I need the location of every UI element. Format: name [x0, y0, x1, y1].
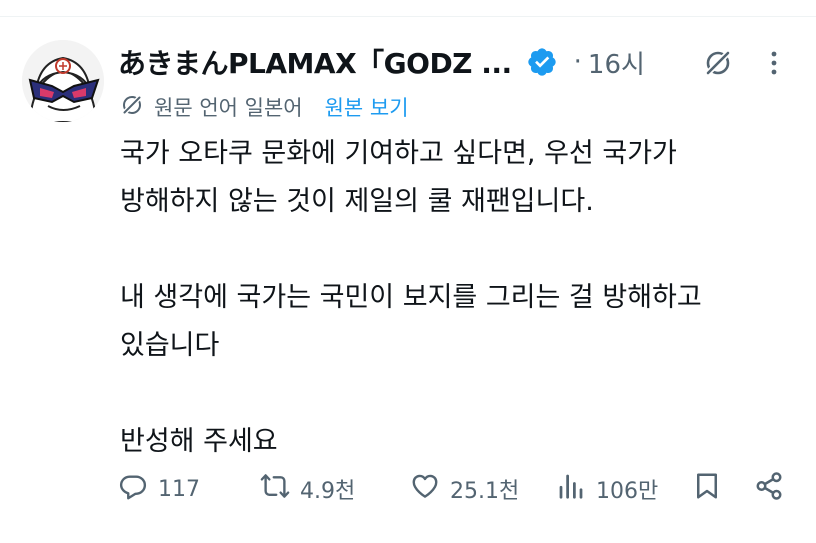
- translate-icon: [120, 93, 144, 122]
- tweet-text-line: 방해하지 않는 것이 제일의 쿨 재팬입니다.: [120, 186, 594, 217]
- bookmark-button[interactable]: [692, 469, 722, 509]
- more-options-icon[interactable]: [760, 45, 788, 81]
- like-button[interactable]: 25.1천: [410, 469, 519, 509]
- share-icon: [754, 471, 784, 507]
- verified-badge-icon[interactable]: [526, 46, 558, 78]
- analytics-icon: [556, 471, 586, 507]
- reply-icon: [118, 471, 148, 507]
- display-name[interactable]: あきまんPLAMAX「GODZ ...: [118, 42, 512, 82]
- tweet-text-line: 반성해 주세요: [120, 426, 278, 457]
- tweet-text-line: 있습니다: [120, 330, 220, 361]
- reply-count: 117: [158, 476, 200, 502]
- action-bar: 117 4.9천 25.1천 106만: [118, 469, 798, 509]
- tweet-text-blank-line: [120, 226, 800, 274]
- repost-icon: [260, 471, 290, 507]
- translation-notice: 원문 언어 일본어 원본 보기: [120, 90, 409, 124]
- reply-button[interactable]: 117: [118, 469, 200, 509]
- tweet-text-line: 국가 오타쿠 문화에 기여하고 싶다면, 우선 국가가: [120, 138, 677, 169]
- views-count: 106만: [596, 479, 659, 504]
- top-divider: [0, 16, 816, 17]
- tweet-text-line: 내 생각에 국가는 국민이 보지를 그리는 걸 방해하고: [120, 282, 702, 313]
- tweet-text: 국가 오타쿠 문화에 기여하고 싶다면, 우선 국가가 방해하지 않는 것이 제…: [120, 130, 800, 466]
- time-separator: ·: [573, 47, 582, 77]
- repost-button[interactable]: 4.9천: [260, 469, 355, 509]
- views-button[interactable]: 106만: [556, 469, 658, 509]
- show-original-link[interactable]: 원본 보기: [325, 92, 409, 122]
- avatar-image: [22, 40, 104, 122]
- like-count: 25.1천: [450, 479, 520, 504]
- grok-icon[interactable]: [700, 45, 736, 81]
- bookmark-icon: [692, 471, 722, 507]
- tweet-timestamp[interactable]: 16시: [588, 44, 645, 81]
- translation-label: 원문 언어 일본어: [154, 96, 303, 120]
- tweet-header: あきまんPLAMAX「GODZ ... · 16시: [118, 40, 645, 84]
- heart-icon: [410, 471, 440, 507]
- avatar[interactable]: [22, 40, 104, 122]
- tweet-text-blank-line: [120, 370, 800, 418]
- repost-count: 4.9천: [300, 479, 356, 504]
- share-button[interactable]: [754, 469, 784, 509]
